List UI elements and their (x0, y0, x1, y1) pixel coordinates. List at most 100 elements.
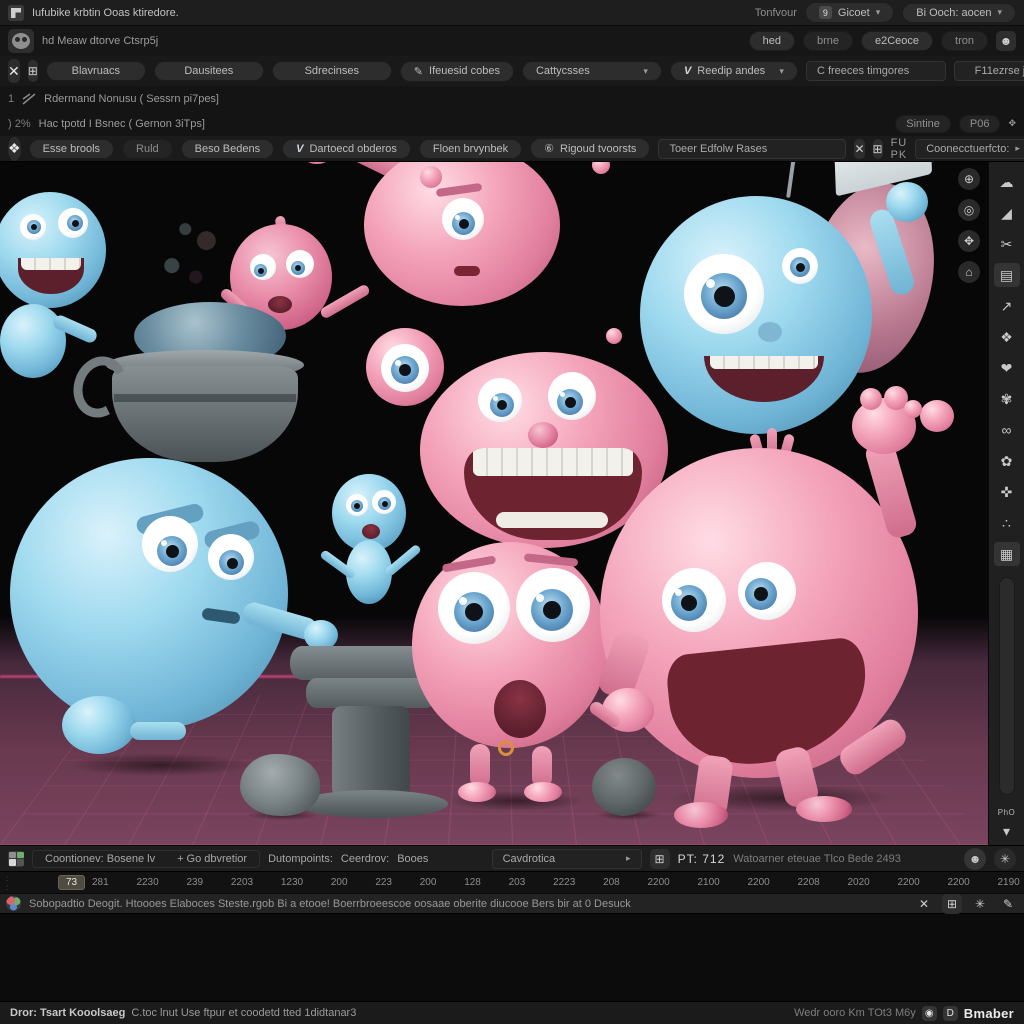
face-icon-button[interactable]: ☻ (964, 848, 986, 870)
timeline-marks: :: (6, 874, 8, 892)
brand-wordmark: Bmaber (964, 1006, 1014, 1021)
heart-icon[interactable]: ❤ (994, 356, 1020, 380)
viewport-3d[interactable]: ⊕ ◎ ✥ ⌂ ☁ ◢ ✂ ▤ ↗ ❖ ❤ ✾ ∞ ✿ ✜ ∴ ▦ PhO ▾ (0, 162, 1024, 845)
dartoecd-dropdown[interactable]: V Dartoecd obderos (282, 139, 411, 159)
pose-icon[interactable]: ✜ (994, 480, 1020, 504)
chevron-down-icon: ▾ (779, 66, 784, 77)
grid-icon-button[interactable]: ⊞ (873, 139, 883, 159)
pan-gizmo-icon[interactable]: ✥ (958, 230, 980, 252)
fu-pk-label: FU PK (891, 137, 908, 161)
monkey-icon-button[interactable] (8, 29, 34, 53)
nodes-icon[interactable]: ❖ (994, 325, 1020, 349)
keying-icon[interactable] (8, 851, 24, 867)
beso-bedens-button[interactable]: Beso Bedens (181, 139, 274, 159)
layers-icon[interactable]: ▦ (994, 542, 1020, 566)
sdrecinses-button[interactable]: Sdrecinses (272, 61, 392, 81)
search-input[interactable]: Toeer Edfolw Rases (658, 139, 846, 159)
cut-icon[interactable]: ✂ (994, 232, 1020, 256)
pen-icon: ✎ (414, 65, 423, 78)
swirl-icon[interactable]: ✿ (994, 449, 1020, 473)
report-icon[interactable] (6, 896, 21, 911)
tick: 2223 (553, 877, 575, 888)
floen-button[interactable]: Floen brvynbek (419, 139, 522, 159)
pro-label: PhO (998, 808, 1016, 817)
mode-dropdown[interactable]: Cavdrotica ▸ (492, 849, 642, 869)
pen-icon[interactable]: ✎ (998, 894, 1018, 914)
snap-label[interactable]: + Go dbvretior (177, 853, 247, 865)
palette-icon[interactable]: ⊞ (942, 894, 962, 914)
cross-tool-button[interactable]: ✕ (8, 59, 20, 83)
secondary-toolbar: ❖ Esse brools Ruld Beso Bedens V Dartoec… (0, 136, 1024, 162)
brush-tool-button[interactable]: ❖ (8, 137, 21, 161)
character-pink-surprised (412, 542, 617, 812)
tick: 281 (92, 877, 109, 888)
expand-icon[interactable]: ✥ (1008, 118, 1016, 129)
wedge-icon[interactable]: ◢ (994, 201, 1020, 225)
tron-button[interactable]: tron (941, 31, 988, 51)
footer: Dror: Tsart Kooolsaeg C.toc lnut Use ftp… (0, 1001, 1024, 1024)
brne-button[interactable]: brne (803, 31, 853, 51)
zoom-gizmo-icon[interactable]: ⊕ (958, 168, 980, 190)
titlebar: Iufubike krbtin Ooas ktiredore. Tonfvour… (0, 0, 1024, 26)
infobar: Sobopadtio Deogit. Htoooes Elaboces Stes… (0, 893, 1024, 913)
tick: 2200 (898, 877, 920, 888)
window-title: Iufubike krbtin Ooas ktiredore. (32, 7, 179, 19)
paw-icon[interactable]: ✾ (994, 387, 1020, 411)
f11ezrse-field[interactable]: F11ezrse j (954, 61, 1024, 81)
footer-error-label: Dror: Tsart Kooolsaeg (10, 1007, 125, 1019)
orientation-label[interactable]: Coontionev: Bosene lv (45, 853, 155, 865)
chevron-down-icon[interactable]: ▾ (994, 824, 1020, 838)
close-icon-button[interactable]: ✕ (854, 139, 864, 159)
sidebar-scrollbar[interactable] (999, 577, 1015, 795)
tick: 2208 (798, 877, 820, 888)
sintine-button[interactable]: Sintine (895, 115, 951, 133)
ruld-button[interactable]: Ruld (122, 139, 173, 159)
subheader-1: 1 Rdermand Nonusu ( Sessrn pi7pes] (0, 86, 1024, 111)
cattycsses-dropdown[interactable]: Cattycsses ▾ (522, 61, 662, 81)
tick: 2100 (698, 877, 720, 888)
tick: 2200 (948, 877, 970, 888)
particles-icon-button[interactable]: ✳ (994, 848, 1016, 870)
pivot-label[interactable]: Ceerdrov: (341, 853, 389, 865)
layout-selector-label: Bi Ooch: aocen (916, 7, 991, 19)
proportional-label[interactable]: Dutompoints: (268, 853, 333, 865)
rings-icon[interactable]: ∞ (994, 418, 1020, 442)
blavruacs-button[interactable]: Blavruacs (46, 61, 146, 81)
app-logo-icon (8, 5, 24, 21)
chevron-right-icon: ▸ (626, 853, 631, 864)
status-note: Watoarner eteuae Tlco Bede 2493 (733, 853, 901, 865)
rigoud-button[interactable]: ⑥ Rigoud tvoorsts (530, 138, 650, 159)
layout-selector[interactable]: Bi Ooch: aocen ▾ (902, 3, 1016, 23)
reedip-dropdown[interactable]: V Reedip andes ▾ (670, 61, 798, 81)
panel-icon[interactable]: ▤ (994, 263, 1020, 287)
v-logo-icon: V (296, 143, 303, 155)
cloud-icon[interactable]: ☁ (994, 170, 1020, 194)
ifeuesid-button[interactable]: ✎ Ifeuesid cobes (400, 61, 514, 82)
reedip-label: Reedip andes (697, 65, 765, 77)
dots-icon[interactable]: ✳ (970, 894, 990, 914)
grid-tool-button[interactable]: ⊞ (28, 60, 38, 82)
hed-button[interactable]: hed (749, 31, 795, 51)
playhead-frame[interactable]: 73 (58, 875, 85, 890)
scene-selector[interactable]: 9 Gicoet ▾ (805, 2, 894, 23)
timeline[interactable]: :: 73 281 2230 239 2203 1230 200 223 200… (0, 871, 1024, 893)
connect-dropdown[interactable]: Coonecctuerfcto: ▸ (915, 139, 1024, 159)
monkey-icon (12, 33, 30, 49)
arrow-icon[interactable]: ↗ (994, 294, 1020, 318)
tick: 200 (420, 877, 437, 888)
dausitees-button[interactable]: Dausitees (154, 61, 264, 81)
tick: 128 (464, 877, 481, 888)
camera-gizmo-icon[interactable]: ⌂ (958, 261, 980, 283)
main-toolbar: ✕ ⊞ Blavruacs Dausitees Sdrecinses ✎ Ife… (0, 56, 1024, 86)
freeces-field[interactable]: C freeces timgores (806, 61, 946, 81)
esse-brools-button[interactable]: Esse brools (29, 139, 114, 159)
brush-x-icon[interactable]: ✕ (914, 894, 934, 914)
timeline-ticks: 281 2230 239 2203 1230 200 223 200 128 2… (92, 872, 1020, 893)
molecule-icon[interactable]: ∴ (994, 511, 1020, 535)
subheader-2-text: Hac tpotd I Bsnec ( Gernon 3iTps] (39, 118, 205, 130)
code-button[interactable]: e2Ceoce (861, 31, 933, 51)
pivot-value[interactable]: Booes (397, 853, 428, 865)
orbit-gizmo-icon[interactable]: ◎ (958, 199, 980, 221)
camera-icon[interactable]: ☻ (996, 31, 1016, 51)
p06-button[interactable]: P06 (959, 115, 1001, 133)
